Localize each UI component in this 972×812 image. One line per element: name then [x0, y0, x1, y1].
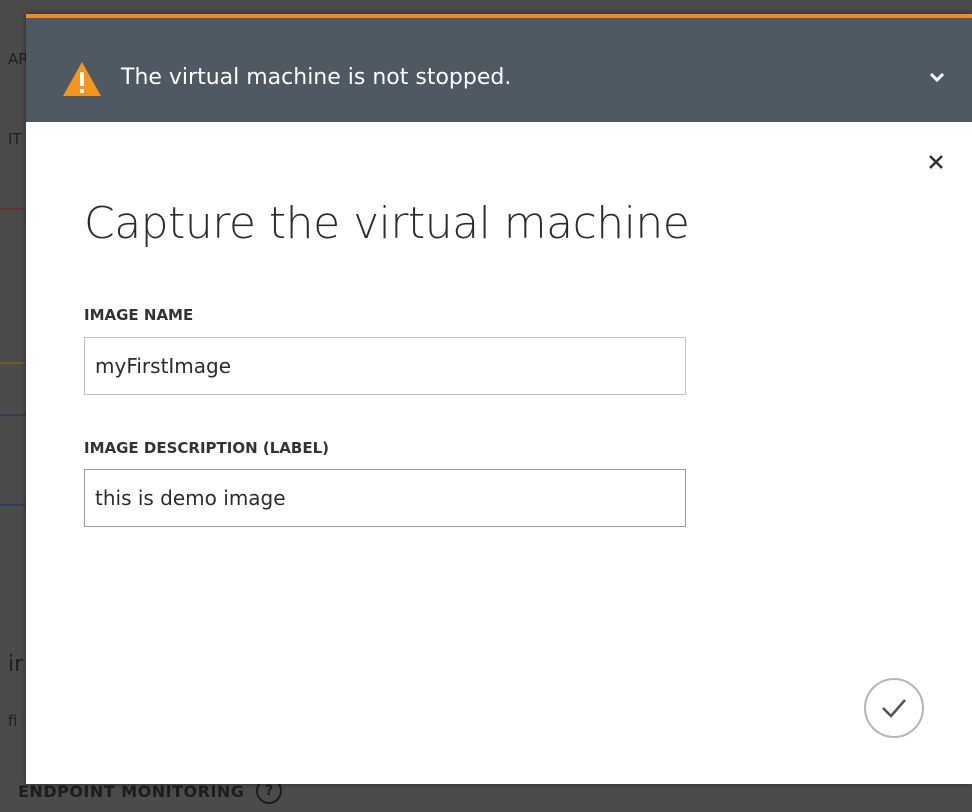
capture-vm-dialog: The virtual machine is not stopped. Capt… — [26, 14, 972, 784]
image-name-input[interactable] — [84, 337, 686, 395]
background-footer-label: ENDPOINT MONITORING — [18, 781, 245, 801]
image-description-label: IMAGE DESCRIPTION (LABEL) — [84, 439, 329, 457]
background-text-fragment: ir — [8, 652, 24, 677]
image-description-input[interactable] — [84, 469, 686, 527]
background-text-fragment: IT — [8, 130, 22, 148]
confirm-button[interactable] — [864, 678, 924, 738]
background-divider — [0, 414, 26, 416]
warning-banner: The virtual machine is not stopped. — [26, 14, 972, 122]
background-divider — [0, 362, 26, 364]
image-name-label: IMAGE NAME — [84, 306, 194, 324]
chevron-down-icon[interactable] — [928, 70, 946, 84]
warning-triangle-icon — [63, 62, 101, 96]
warning-message: The virtual machine is not stopped. — [121, 65, 512, 90]
checkmark-icon — [882, 699, 906, 718]
background-text-fragment: fi — [8, 712, 18, 730]
background-divider — [0, 208, 26, 210]
dialog-title: Capture the virtual machine — [84, 198, 690, 249]
background-divider — [0, 504, 26, 506]
close-icon[interactable] — [928, 154, 944, 170]
